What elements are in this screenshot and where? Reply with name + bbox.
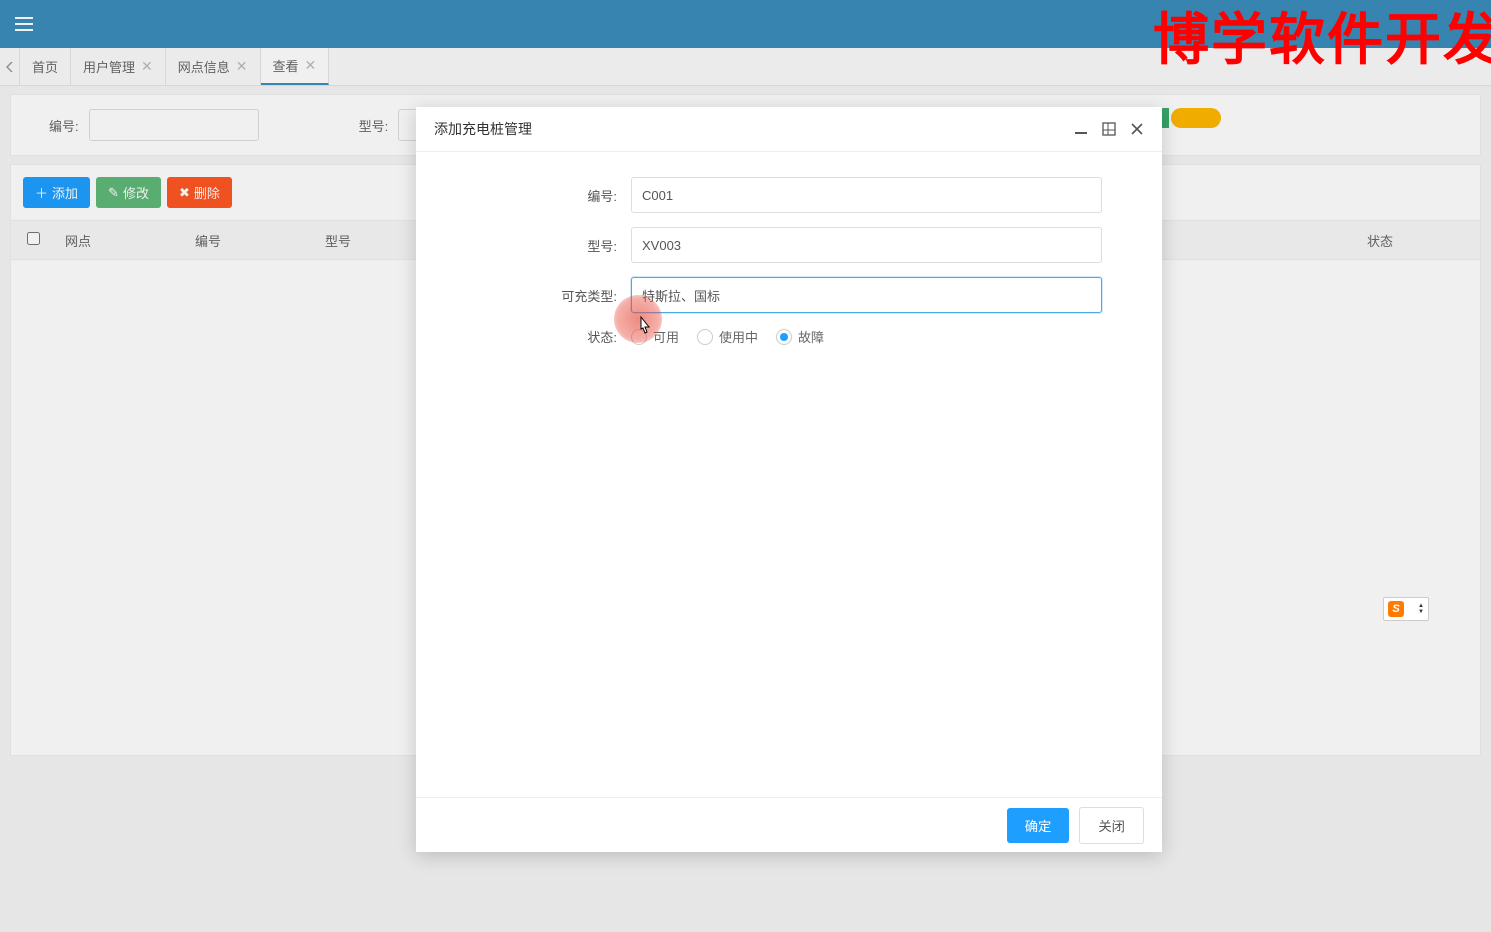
type-label: 可充类型: <box>476 286 631 305</box>
model-label: 型号: <box>476 236 631 255</box>
status-radio-fault[interactable]: 故障 <box>776 327 824 346</box>
radio-label: 可用 <box>653 327 679 346</box>
ime-arrows-icon: ▲▼ <box>1418 603 1424 615</box>
radio-icon <box>776 329 792 345</box>
radio-label: 故障 <box>798 327 824 346</box>
radio-label: 使用中 <box>719 327 758 346</box>
radio-icon <box>697 329 713 345</box>
code-label: 编号: <box>476 186 631 205</box>
ime-s-icon: S <box>1388 601 1404 617</box>
dialog-title: 添加充电桩管理 <box>434 119 532 139</box>
status-radio-group: 可用 使用中 故障 <box>631 327 824 346</box>
close-button[interactable]: 关闭 <box>1079 807 1144 844</box>
dialog-header: 添加充电桩管理 <box>416 107 1162 152</box>
maximize-icon[interactable] <box>1102 122 1116 136</box>
type-input[interactable] <box>631 277 1102 313</box>
dialog-footer: 确定 关闭 <box>416 797 1162 852</box>
ime-indicator[interactable]: S ▲▼ <box>1383 597 1429 621</box>
status-label: 状态: <box>476 327 631 346</box>
status-radio-available[interactable]: 可用 <box>631 327 679 346</box>
radio-icon <box>631 329 647 345</box>
add-charger-dialog: 添加充电桩管理 编号: 型号: 可充类型: 状态: <box>416 107 1162 852</box>
code-input[interactable] <box>631 177 1102 213</box>
watermark-text: 博学软件开发 <box>1153 0 1491 76</box>
close-icon[interactable] <box>1130 122 1144 136</box>
model-input[interactable] <box>631 227 1102 263</box>
confirm-button[interactable]: 确定 <box>1007 808 1070 843</box>
minimize-icon[interactable] <box>1074 122 1088 136</box>
status-radio-inuse[interactable]: 使用中 <box>697 327 758 346</box>
dialog-body: 编号: 型号: 可充类型: 状态: 可用 使用中 <box>416 152 1162 797</box>
